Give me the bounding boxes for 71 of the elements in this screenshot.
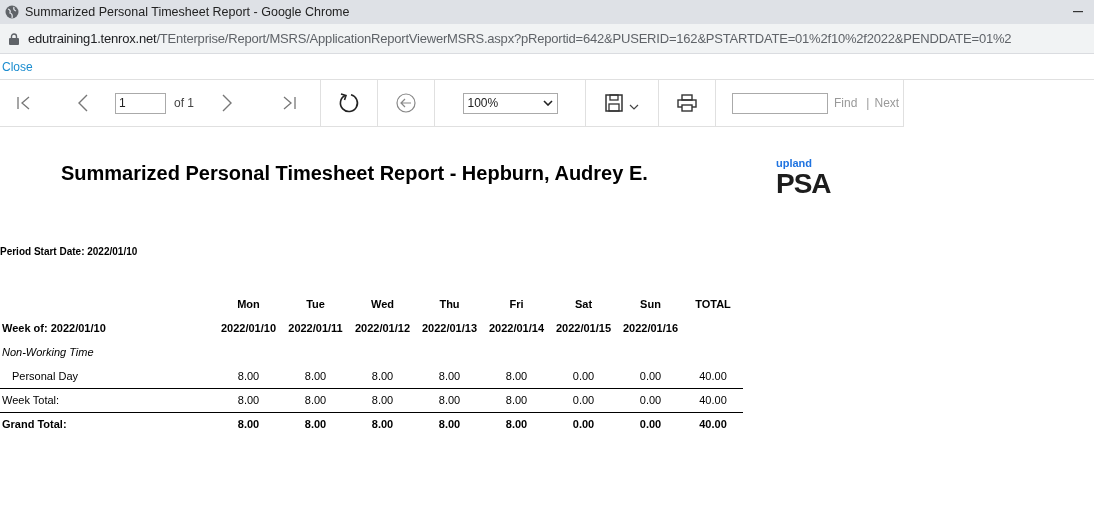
table-cell-text: 8.00 [504, 393, 529, 409]
table-cell-text: 8.00 [303, 368, 328, 384]
window-title: Summarized Personal Timesheet Report - Google Chrome [25, 3, 350, 21]
zoom-select[interactable]: 100% [462, 92, 558, 114]
table-cell-text: 40.00 [698, 368, 728, 384]
table-cell-text: 0.00 [638, 417, 663, 433]
table-cell-text: 8.00 [370, 417, 395, 433]
previous-page-icon[interactable] [78, 94, 88, 112]
column-header: Tue [305, 296, 326, 312]
column-header: Sun [639, 296, 662, 312]
date-header: 2022/01/12 [353, 320, 412, 336]
first-page-icon[interactable] [17, 96, 31, 110]
column-header: Sat [573, 296, 594, 312]
column-header: Wed [370, 296, 395, 312]
dropdown-caret-icon [542, 100, 553, 106]
save-icon[interactable] [605, 94, 623, 112]
table-cell-text: 40.00 [698, 393, 728, 409]
logo-wordmark: PSA [776, 169, 831, 199]
period-start-date: Period Start Date: 2022/01/10 [0, 245, 139, 259]
table-cell-text: 8.00 [236, 368, 261, 384]
find-field[interactable] [732, 92, 828, 114]
date-header: 2022/01/13 [420, 320, 479, 336]
next-page-icon[interactable] [222, 94, 232, 112]
logo-caption: upland [776, 157, 814, 169]
print-icon[interactable] [677, 94, 697, 112]
table-cell-text: 8.00 [370, 393, 395, 409]
table-cell-text: 0.00 [638, 393, 663, 409]
url-path: /TEnterprise/Report/MSRS/ApplicationReportViewerMSRS.aspx?pReportid=642&PUSERID=162&PSTARTDATE=01%2f10%2f2022&PENDDATE=01%2 [156, 29, 1012, 48]
table-cell-text: 0.00 [638, 368, 663, 384]
table-cell-text: 0.00 [571, 368, 596, 384]
column-header: Fri [508, 296, 525, 312]
column-header: Thu [438, 296, 461, 312]
date-header: 2022/01/14 [487, 320, 546, 336]
globe-icon [5, 5, 19, 19]
table-cell-text: 8.00 [370, 368, 395, 384]
table-cell-text: 8.00 [437, 393, 462, 409]
table-cell-text: 8.00 [437, 368, 462, 384]
table-cell-text: 8.00 [236, 393, 261, 409]
column-header: Mon [236, 296, 261, 312]
row-label: Personal Day [11, 368, 80, 384]
page-count: of 1 [174, 95, 194, 112]
table-cell-text: 8.00 [504, 417, 529, 433]
table-cell-text: 8.00 [504, 368, 529, 384]
row-label: Grand Total: [1, 417, 68, 433]
address-bar[interactable]: edutraining1.tenrox.net/TEnterprise/Report/MSRS/ApplicationReportViewerMSRS.aspx?pReportid=642&PUSERID=162&PSTARTDATE=01%2f10%2f2022&PENDDATE=01%2 [0, 24, 1094, 54]
minimize-icon[interactable] [1073, 11, 1083, 13]
table-cell-text: 40.00 [698, 417, 728, 433]
table-cell-text: 8.00 [303, 417, 328, 433]
page-number-field[interactable]: 1 [115, 92, 166, 114]
url-host: edutraining1.tenrox.net [28, 29, 157, 48]
date-header: 2022/01/16 [621, 320, 680, 336]
column-header: TOTAL [694, 296, 732, 312]
date-header: 2022/01/10 [219, 320, 278, 336]
date-header: 2022/01/15 [554, 320, 613, 336]
link-separator: | [866, 95, 870, 112]
close-link[interactable]: Close [2, 57, 33, 76]
table-cell-text: 0.00 [571, 417, 596, 433]
group-label: Non-Working Time [1, 344, 94, 360]
table-cell-text: 0.00 [571, 393, 596, 409]
table-cell-text: 8.00 [236, 417, 261, 433]
caret-icon[interactable] [629, 104, 639, 110]
lock-icon [9, 32, 19, 45]
back-icon[interactable] [396, 93, 416, 113]
row-label: Week Total: [1, 393, 61, 409]
date-header: 2022/01/11 [287, 320, 344, 336]
table-cell-text: 8.00 [437, 417, 462, 433]
week-label: Week of: 2022/01/10 [1, 320, 107, 336]
report-title: Summarized Personal Timesheet Report - Hepburn, Audrey E. [61, 161, 649, 186]
table-cell-text: 8.00 [303, 393, 328, 409]
last-page-icon[interactable] [282, 96, 296, 110]
refresh-icon[interactable] [338, 92, 360, 114]
